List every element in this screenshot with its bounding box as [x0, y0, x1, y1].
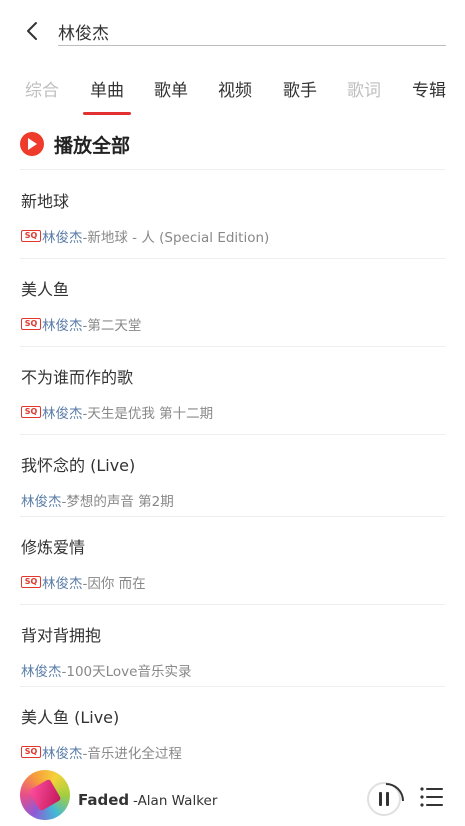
song-meta: SQ 林俊杰 -因你 而在	[21, 572, 146, 592]
song-meta: SQ 林俊杰 -新地球 - 人 (Special Edition)	[21, 226, 269, 246]
sq-quality-badge: SQ	[21, 230, 41, 242]
song-artist[interactable]: 林俊杰	[21, 490, 62, 510]
song-meta: 林俊杰 -梦想的声音 第2期	[21, 490, 174, 510]
search-header	[0, 0, 465, 62]
song-row[interactable]: 背对背拥抱林俊杰 -100天Love音乐实录	[0, 604, 465, 686]
song-meta: SQ 林俊杰 -第二天堂	[21, 314, 141, 334]
sq-quality-badge: SQ	[21, 576, 41, 588]
song-row[interactable]: 美人鱼 (Live) SQ 林俊杰 -音乐进化全过程	[0, 686, 465, 766]
tab-6[interactable]: 专辑	[412, 76, 446, 101]
song-title: 美人鱼	[21, 280, 70, 299]
tab-2[interactable]: 歌单	[154, 76, 188, 101]
tab-1[interactable]: 单曲	[90, 76, 124, 101]
album-cover[interactable]	[20, 770, 70, 820]
search-input[interactable]	[58, 18, 446, 44]
song-artist[interactable]: 林俊杰	[42, 742, 83, 762]
song-album: -新地球 - 人 (Special Edition)	[82, 230, 270, 246]
play-all-label: 播放全部	[54, 134, 131, 157]
song-album: -100天Love音乐实录	[61, 664, 192, 680]
chevron-left-icon	[27, 22, 37, 40]
back-button[interactable]	[20, 18, 44, 44]
active-tab-indicator	[83, 112, 131, 115]
song-artist[interactable]: 林俊杰	[21, 660, 62, 680]
playlist-icon	[420, 787, 443, 807]
song-title: 新地球	[21, 192, 70, 211]
song-artist[interactable]: 林俊杰	[42, 572, 83, 592]
sq-quality-badge: SQ	[21, 406, 41, 418]
now-playing-artist[interactable]: -Alan Walker	[133, 793, 217, 809]
now-playing-title[interactable]: Faded	[78, 791, 129, 809]
song-row[interactable]: 美人鱼 SQ 林俊杰 -第二天堂	[0, 258, 465, 346]
song-artist[interactable]: 林俊杰	[42, 402, 83, 422]
song-meta: SQ 林俊杰 -音乐进化全过程	[21, 742, 182, 762]
song-artist[interactable]: 林俊杰	[42, 314, 83, 334]
song-album: -音乐进化全过程	[82, 746, 182, 762]
song-title: 我怀念的 (Live)	[21, 456, 136, 475]
song-album: -第二天堂	[82, 318, 142, 334]
song-title: 修炼爱情	[21, 538, 86, 557]
song-title: 背对背拥抱	[21, 626, 102, 645]
playlist-button[interactable]	[419, 784, 445, 810]
song-row[interactable]: 我怀念的 (Live) 林俊杰 -梦想的声音 第2期	[0, 434, 465, 516]
song-row[interactable]: 新地球 SQ 林俊杰 -新地球 - 人 (Special Edition)	[0, 170, 465, 258]
play-all-button[interactable]: 播放全部	[20, 126, 130, 162]
tab-4[interactable]: 歌手	[283, 76, 317, 101]
song-row[interactable]: 不为谁而作的歌 SQ 林俊杰 -天生是优我 第十二期	[0, 346, 465, 434]
play-circle-icon	[20, 132, 44, 156]
song-album: -因你 而在	[82, 576, 146, 592]
song-meta: SQ 林俊杰 -天生是优我 第十二期	[21, 402, 213, 422]
song-album: -梦想的声音 第2期	[61, 494, 174, 510]
song-title: 不为谁而作的歌	[21, 368, 134, 387]
pause-button[interactable]	[367, 782, 404, 816]
sq-quality-badge: SQ	[21, 318, 41, 330]
tab-5[interactable]: 歌词	[347, 76, 381, 101]
song-row[interactable]: 修炼爱情 SQ 林俊杰 -因你 而在	[0, 516, 465, 604]
mini-player: Faded -Alan Walker	[0, 764, 465, 826]
search-field[interactable]	[58, 18, 446, 46]
song-meta: 林俊杰 -100天Love音乐实录	[21, 660, 191, 680]
sq-quality-badge: SQ	[21, 746, 41, 758]
song-title: 美人鱼 (Live)	[21, 708, 120, 727]
tab-0[interactable]: 综合	[25, 76, 59, 101]
tab-3[interactable]: 视频	[218, 76, 252, 101]
progress-ring	[385, 783, 404, 802]
category-tabs: 综合 单曲 歌单 视频 歌手 歌词 专辑	[0, 62, 465, 118]
song-artist[interactable]: 林俊杰	[42, 226, 83, 246]
song-album: -天生是优我 第十二期	[82, 406, 214, 422]
